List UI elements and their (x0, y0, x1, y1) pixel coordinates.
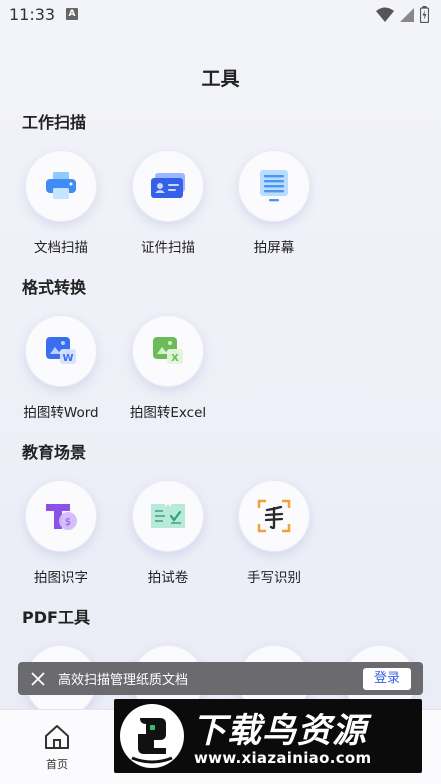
banner-text: 高效扫描管理纸质文档 (58, 673, 189, 688)
wifi-icon (376, 7, 394, 22)
watermark: 下载鸟资源 www.xiazainiao.com (114, 699, 422, 773)
tool-circle (132, 480, 204, 552)
svg-text:W: W (62, 353, 73, 364)
text-recognition-icon: $ (46, 504, 77, 530)
section-title-education: 教育场景 (22, 443, 87, 462)
id-card-icon (151, 173, 185, 198)
tool-photo-to-excel[interactable]: X 拍图转Excel (124, 315, 210, 431)
status-time: 11:33 (9, 5, 56, 24)
tool-label: 拍试卷 (147, 570, 189, 586)
status-icons (376, 6, 429, 23)
tool-label: 手写识别 (247, 570, 301, 586)
tool-circle (238, 150, 310, 222)
tool-label: 拍图转Word (23, 405, 99, 421)
section-title-work-scan: 工作扫描 (22, 113, 87, 132)
handwriting-icon (257, 499, 291, 533)
home-icon (45, 725, 69, 749)
tool-circle: X (132, 315, 204, 387)
login-button[interactable]: 登录 (363, 668, 411, 690)
battery-icon (420, 6, 429, 23)
tool-circle (238, 480, 310, 552)
tool-circle: $ (25, 480, 97, 552)
signal-icon (400, 7, 414, 22)
tool-document-scan[interactable]: 文档扫描 (17, 150, 103, 266)
exam-paper-icon (151, 504, 185, 528)
screen-icon (260, 170, 288, 202)
word-icon: W (46, 337, 76, 364)
notification-icon: A (66, 8, 78, 20)
tool-label: 拍图转Excel (129, 405, 207, 421)
tab-home-label: 首页 (46, 758, 68, 771)
tool-circle (25, 150, 97, 222)
section-title-pdf-tools: PDF工具 (22, 608, 90, 627)
status-bar: 11:33 A (0, 0, 441, 30)
banner-close-button[interactable] (18, 662, 58, 695)
tool-screen-capture[interactable]: 拍屏幕 (230, 150, 316, 266)
tool-photo-to-word[interactable]: W 拍图转Word (17, 315, 103, 431)
close-icon (31, 671, 45, 686)
svg-text:X: X (171, 353, 179, 364)
tool-exam-paper[interactable]: 拍试卷 (124, 480, 210, 596)
page-title: 工具 (201, 68, 240, 90)
excel-icon: X (153, 337, 183, 364)
tool-text-recognition[interactable]: $ 拍图识字 (17, 480, 103, 596)
svg-text:$: $ (65, 517, 71, 528)
tool-handwriting[interactable]: 手写识别 (230, 480, 316, 596)
tab-home[interactable]: 首页 (30, 724, 84, 772)
tool-label: 文档扫描 (34, 240, 88, 256)
tool-id-scan[interactable]: 证件扫描 (124, 150, 210, 266)
printer-icon (46, 172, 76, 199)
watermark-url: www.xiazainiao.com (194, 749, 372, 767)
tool-circle (132, 150, 204, 222)
login-banner: 高效扫描管理纸质文档 登录 (18, 662, 423, 695)
tool-label: 证件扫描 (141, 240, 195, 256)
tool-label: 拍屏幕 (253, 240, 295, 256)
watermark-title: 下载鸟资源 (192, 711, 367, 751)
section-title-format-convert: 格式转换 (22, 278, 87, 297)
bird-logo-icon (120, 704, 184, 768)
tool-circle: W (25, 315, 97, 387)
tool-label: 拍图识字 (34, 570, 88, 586)
